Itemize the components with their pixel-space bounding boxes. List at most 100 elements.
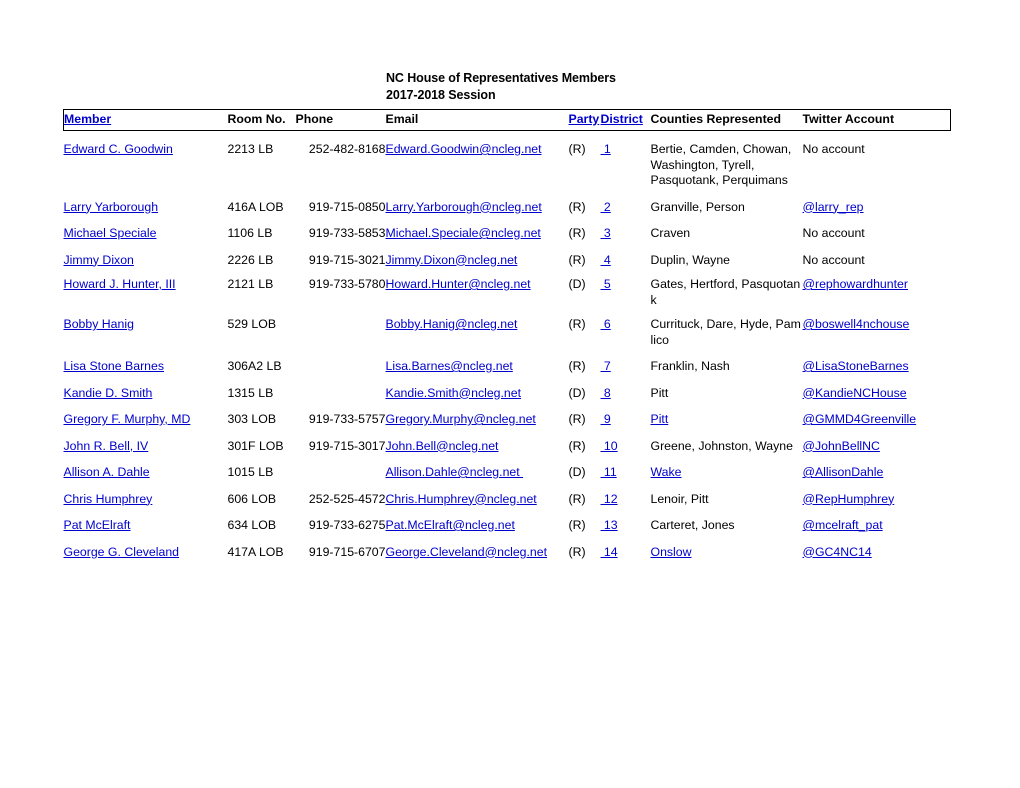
email-link[interactable]: Michael.Speciale@ncleg.net (386, 226, 541, 240)
member-name-link[interactable]: Howard J. Hunter, III (64, 277, 176, 291)
room-number-cell: 1015 LB (228, 454, 296, 481)
twitter-account-link[interactable]: @mcelraft_pat (803, 518, 883, 532)
district-link[interactable]: 12 (601, 492, 618, 506)
district-link[interactable]: 11 (601, 465, 617, 479)
twitter-account-link[interactable]: @JohnBellNC (803, 439, 880, 453)
member-name-link[interactable]: Pat McElraft (64, 518, 131, 532)
twitter-account-link[interactable]: @boswell4nchouse (803, 317, 910, 331)
member-name-link[interactable]: Lisa Stone Barnes (64, 359, 165, 373)
member-name-link[interactable]: Larry Yarborough (64, 200, 159, 214)
district-link[interactable]: 13 (601, 518, 618, 532)
phone-number-text: 252-482-8168 (308, 142, 386, 156)
email-link[interactable]: Bobby.Hanig@ncleg.net (386, 317, 518, 331)
counties-text: Greene, Johnston, Wayne (650, 438, 793, 453)
counties-link[interactable]: Pitt (651, 412, 803, 428)
room-number-cell: 416A LOB (228, 189, 296, 216)
twitter-account-link[interactable]: @GMMD4Greenville (803, 412, 917, 426)
district-link[interactable]: 1 (601, 142, 611, 156)
phone-number-cell: 919-733-6275 (296, 507, 386, 534)
table-header-row: Member Room No. Phone Email Party Distri… (63, 109, 951, 131)
party-header-link[interactable]: Party (569, 112, 600, 126)
email-link[interactable]: Howard.Hunter@ncleg.net (386, 277, 531, 291)
party-cell: (R) (569, 534, 601, 561)
email-link[interactable]: Lisa.Barnes@ncleg.net (386, 359, 513, 373)
district-link[interactable]: 9 (601, 412, 611, 426)
twitter-account-cell: @GMMD4Greenville (803, 401, 951, 428)
district-cell: 1 (601, 131, 651, 189)
document-title: NC House of Representatives Members 2017… (386, 70, 616, 104)
district-link[interactable]: 5 (601, 277, 611, 291)
column-header-party[interactable]: Party (568, 109, 601, 131)
district-link[interactable]: 4 (601, 253, 611, 267)
district-link[interactable]: 2 (601, 200, 611, 214)
email-link[interactable]: Pat.McElraft@ncleg.net (386, 518, 515, 532)
district-link[interactable]: 7 (601, 359, 611, 373)
counties-text: Duplin, Wayne (650, 252, 731, 267)
twitter-account-link[interactable]: @KandieNCHouse (803, 386, 907, 400)
party-text: (D) (568, 385, 586, 400)
district-link[interactable]: 10 (601, 439, 618, 453)
column-header-member[interactable]: Member (63, 109, 228, 131)
member-name-link[interactable]: Bobby Hanig (64, 317, 134, 331)
email-link[interactable]: Gregory.Murphy@ncleg.net (386, 412, 536, 426)
email-cell: Howard.Hunter@ncleg.net (386, 268, 569, 308)
email-link[interactable]: Edward.Goodwin@ncleg.net (386, 142, 542, 156)
counties-link[interactable]: Onslow (651, 545, 803, 561)
counties-cell: Wake (651, 454, 803, 481)
email-link[interactable]: Kandie.Smith@ncleg.net (386, 386, 522, 400)
member-name-link[interactable]: Edward C. Goodwin (64, 142, 173, 156)
district-link[interactable]: 3 (601, 226, 611, 240)
column-header-district[interactable]: District (600, 109, 651, 131)
district-link[interactable]: 14 (601, 545, 618, 559)
email-cell: Edward.Goodwin@ncleg.net (386, 131, 569, 189)
twitter-account-text: No account (802, 252, 865, 267)
member-name-link[interactable]: Gregory F. Murphy, MD (64, 412, 191, 426)
phone-number-cell (296, 375, 386, 402)
room-number-cell: 529 LOB (228, 308, 296, 348)
email-link[interactable]: Allison.Dahle@ncleg.net (386, 465, 524, 479)
member-name-link[interactable]: Allison A. Dahle (64, 465, 150, 479)
twitter-account-link[interactable]: @rephowardhunter (803, 277, 908, 291)
email-link[interactable]: Larry.Yarborough@ncleg.net (386, 200, 542, 214)
email-link[interactable]: George.Cleveland@ncleg.net (386, 545, 548, 559)
counties-cell: Bertie, Camden, Chowan, Washington, Tyre… (651, 131, 803, 189)
party-cell: (R) (569, 131, 601, 189)
counties-cell: Craven (651, 215, 803, 242)
twitter-account-cell: No account (803, 131, 951, 189)
member-name-cell: Edward C. Goodwin (64, 131, 228, 189)
party-text: (R) (568, 226, 586, 240)
district-cell: 11 (601, 454, 651, 481)
room-number-cell: 2226 LB (228, 242, 296, 269)
member-name-cell: Bobby Hanig (64, 308, 228, 348)
room-number-text: 301F LOB (227, 438, 284, 453)
district-header-link[interactable]: District (601, 112, 643, 126)
phone-number-cell (296, 308, 386, 348)
counties-text: Lenoir, Pitt (650, 491, 709, 506)
member-name-link[interactable]: Michael Speciale (64, 226, 157, 240)
member-name-link[interactable]: John R. Bell, IV (64, 439, 149, 453)
counties-text: Granville, Person (650, 199, 745, 214)
twitter-account-link[interactable]: @larry_rep (803, 200, 864, 214)
member-name-cell: Allison A. Dahle (64, 454, 228, 481)
twitter-account-link[interactable]: @RepHumphrey (803, 492, 895, 506)
twitter-account-link[interactable]: @GC4NC14 (803, 545, 872, 559)
email-link[interactable]: Chris.Humphrey@ncleg.net (386, 492, 537, 506)
member-header-link[interactable]: Member (64, 112, 111, 126)
email-cell: George.Cleveland@ncleg.net (386, 534, 569, 561)
email-link[interactable]: John.Bell@ncleg.net (386, 439, 499, 453)
counties-link[interactable]: Wake (651, 465, 803, 481)
email-link[interactable]: Jimmy.Dixon@ncleg.net (386, 253, 518, 267)
member-name-link[interactable]: Jimmy Dixon (64, 253, 134, 267)
district-link[interactable]: 6 (601, 317, 611, 331)
email-cell: Lisa.Barnes@ncleg.net (386, 348, 569, 375)
member-name-link[interactable]: George G. Cleveland (64, 545, 180, 559)
table-row: John R. Bell, IV 301F LOB 919-715-3017 John… (64, 428, 951, 455)
room-number-text: 529 LOB (227, 317, 277, 331)
party-text: (R) (568, 412, 586, 426)
twitter-account-link[interactable]: @LisaStoneBarnes (803, 359, 909, 373)
member-name-link[interactable]: Chris Humphrey (64, 492, 153, 506)
district-link[interactable]: 8 (601, 386, 611, 400)
twitter-account-link[interactable]: @AllisonDahle (803, 465, 884, 479)
member-name-link[interactable]: Kandie D. Smith (64, 386, 153, 400)
district-cell: 4 (601, 242, 651, 269)
